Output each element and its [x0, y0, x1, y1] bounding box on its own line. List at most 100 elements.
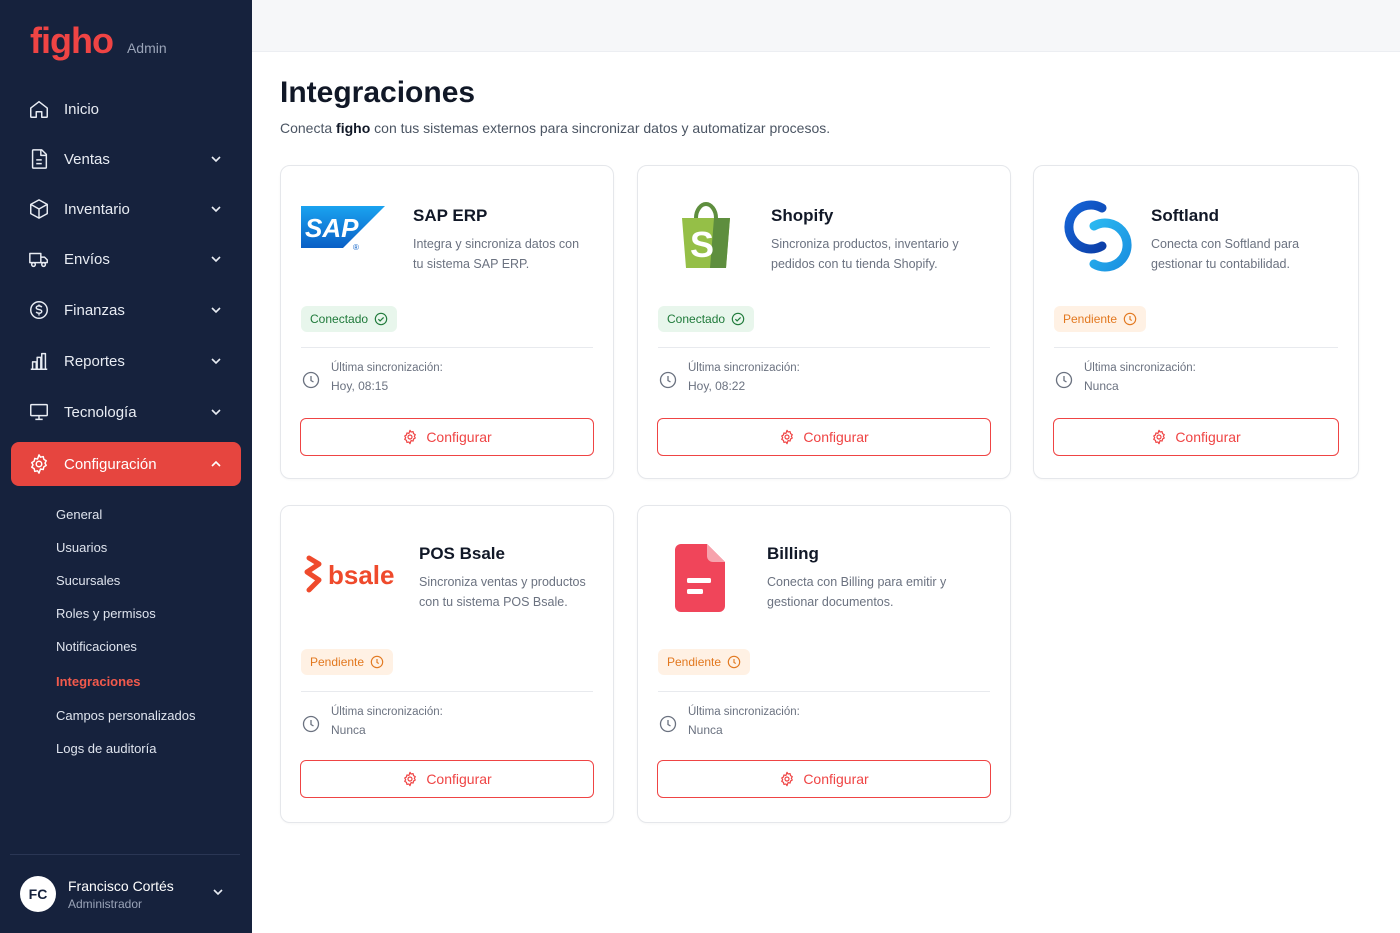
clock-icon — [659, 371, 677, 389]
subtitle-pre: Conecta — [280, 120, 333, 136]
sidebar-item-tecnologia[interactable]: Tecnología — [11, 390, 241, 434]
subnav-item-general[interactable]: General — [56, 498, 236, 531]
shopify-logo: S — [666, 196, 746, 276]
subnav-item-sucursales[interactable]: Sucursales — [56, 564, 236, 597]
subnav-item-logs[interactable]: Logs de auditoría — [56, 732, 236, 765]
configure-label: Configurar — [803, 771, 869, 787]
integration-name: Softland — [1151, 206, 1219, 225]
configure-button[interactable]: Configurar — [1053, 418, 1339, 456]
chevron-down-icon[interactable] — [209, 202, 223, 216]
integration-card-sap: SAP ® SAP ERP Integra y sincroniza datos… — [280, 165, 614, 479]
user-info: Francisco Cortés Administrador — [68, 878, 212, 911]
sidebar-item-label: Tecnología — [64, 403, 137, 421]
sidebar-item-label: Finanzas — [64, 301, 125, 319]
billing-logo — [660, 540, 740, 616]
sap-logo-text: SAP — [305, 213, 359, 243]
last-sync: Última sincronización: Nunca — [301, 706, 443, 737]
main-nav: Inicio Ventas Inventario Envíos Finanzas… — [11, 84, 241, 486]
integration-name: POS Bsale — [419, 544, 505, 563]
check-circle-icon — [731, 312, 745, 326]
status-badge: Pendiente — [1054, 306, 1147, 332]
bsale-logo-text: bsale — [328, 560, 395, 590]
main-content: Integraciones Conecta figho con tus sist… — [252, 52, 1400, 933]
document-icon — [28, 148, 50, 170]
integration-description: Integra y sincroniza datos con tu sistem… — [413, 237, 580, 271]
user-menu[interactable]: FC Francisco Cortés Administrador — [10, 854, 240, 933]
status-badge: Pendiente — [658, 649, 751, 675]
status-text: Pendiente — [667, 655, 722, 669]
sync-value: Nunca — [1084, 379, 1119, 393]
integration-card-billing: Billing Conecta con Billing para emitir … — [637, 505, 1011, 823]
subnav-item-notificaciones[interactable]: Notificaciones — [56, 630, 236, 663]
sync-value: Nunca — [331, 723, 366, 737]
svg-text:®: ® — [353, 243, 359, 252]
configure-button[interactable]: Configurar — [300, 760, 594, 798]
sidebar-item-ventas[interactable]: Ventas — [11, 137, 241, 181]
configure-button[interactable]: Configurar — [657, 760, 991, 798]
sync-label: Última sincronización: — [331, 706, 443, 718]
integration-name: Billing — [767, 544, 819, 563]
sync-label: Última sincronización: — [688, 362, 800, 374]
chevron-down-icon[interactable] — [209, 252, 223, 266]
gear-icon — [779, 429, 795, 445]
sidebar-item-reportes[interactable]: Reportes — [11, 339, 241, 383]
page-subtitle: Conecta figho con tus sistemas externos … — [280, 120, 830, 136]
clock-icon — [727, 655, 741, 669]
integration-description: Conecta con Billing para emitir y gestio… — [767, 575, 947, 609]
chevron-down-icon[interactable] — [212, 885, 224, 903]
gear-icon — [402, 429, 418, 445]
subnav-item-integraciones[interactable]: Integraciones — [56, 663, 236, 699]
gear-icon — [28, 453, 50, 475]
sync-value: Nunca — [688, 723, 723, 737]
clock-icon — [659, 715, 677, 733]
bsale-logo: bsale — [301, 544, 401, 604]
sidebar-item-label: Envíos — [64, 250, 110, 268]
sync-label: Última sincronización: — [1084, 362, 1196, 374]
chevron-down-icon[interactable] — [209, 152, 223, 166]
divider — [658, 347, 990, 348]
sidebar-item-envios[interactable]: Envíos — [11, 237, 241, 281]
configure-label: Configurar — [803, 429, 869, 445]
integration-card-bsale: bsale POS Bsale Sincroniza ventas y prod… — [280, 505, 614, 823]
configure-button[interactable]: Configurar — [300, 418, 594, 456]
sidebar-item-label: Reportes — [64, 352, 125, 370]
status-text: Pendiente — [1063, 312, 1118, 326]
page-title: Integraciones — [280, 76, 476, 109]
status-badge: Pendiente — [301, 649, 394, 675]
subnav-item-campos[interactable]: Campos personalizados — [56, 699, 236, 732]
sidebar-item-label: Ventas — [64, 150, 110, 168]
clock-icon — [1055, 371, 1073, 389]
config-subnav: General Usuarios Sucursales Roles y perm… — [56, 498, 236, 765]
status-badge: Conectado — [658, 306, 755, 332]
monitor-icon — [28, 401, 50, 423]
chevron-up-icon[interactable] — [209, 457, 223, 471]
sidebar-item-inventario[interactable]: Inventario — [11, 187, 241, 231]
chevron-down-icon[interactable] — [209, 405, 223, 419]
chevron-down-icon[interactable] — [209, 303, 223, 317]
subtitle-brand: figho — [336, 120, 371, 136]
subnav-item-usuarios[interactable]: Usuarios — [56, 531, 236, 564]
sap-logo: SAP ® — [301, 206, 385, 258]
subnav-item-roles[interactable]: Roles y permisos — [56, 597, 236, 630]
home-icon — [28, 98, 50, 120]
subtitle-post: con tus sistemas externos para sincroniz… — [374, 120, 831, 136]
sidebar-item-finanzas[interactable]: Finanzas — [11, 288, 241, 332]
chevron-down-icon[interactable] — [209, 354, 223, 368]
dollar-icon — [28, 299, 50, 321]
sync-value: Hoy, 08:15 — [331, 379, 389, 393]
brand[interactable]: figho Admin — [30, 20, 167, 62]
sync-label: Última sincronización: — [688, 706, 800, 718]
sidebar-item-inicio[interactable]: Inicio — [11, 87, 241, 131]
divider — [1054, 347, 1338, 348]
sidebar-item-configuracion[interactable]: Configuración — [11, 442, 241, 486]
integration-card-shopify: S Shopify Sincroniza productos, inventar… — [637, 165, 1011, 479]
clock-icon — [1123, 312, 1137, 326]
brand-logo[interactable]: figho — [30, 20, 114, 62]
last-sync: Última sincronización: Hoy, 08:22 — [658, 362, 800, 393]
configure-button[interactable]: Configurar — [657, 418, 991, 456]
box-icon — [28, 198, 50, 220]
status-badge: Conectado — [301, 306, 398, 332]
integration-name: Shopify — [771, 206, 834, 225]
status-text: Pendiente — [310, 655, 365, 669]
shopify-logo-text: S — [690, 224, 714, 265]
